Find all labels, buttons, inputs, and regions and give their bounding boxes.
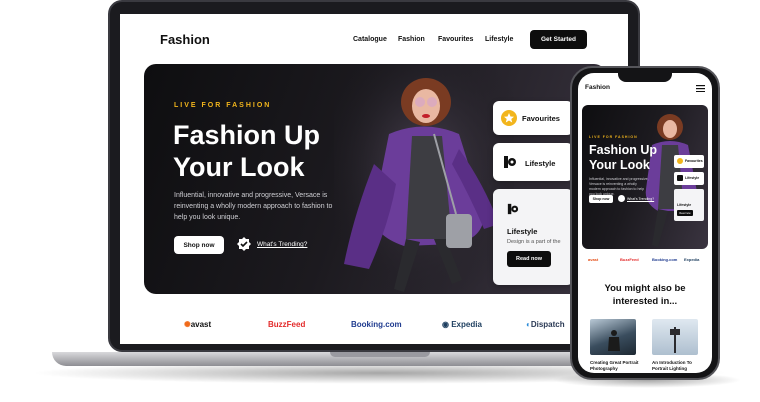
- nav-link-catalogue[interactable]: Catalogue: [353, 36, 387, 43]
- whats-trending-link[interactable]: What's Trending?: [257, 241, 307, 248]
- partner-logo-buzzfeed: BuzzFeed: [268, 320, 306, 329]
- favourites-card[interactable]: Favourites: [493, 101, 573, 135]
- mobile-partner-avast: avast: [588, 257, 599, 262]
- mobile-hero-description: Influential, innovative and progressive,…: [589, 177, 649, 196]
- lifestyle-card[interactable]: Lifestyle: [493, 143, 573, 181]
- mobile-shop-now-button[interactable]: Shop now: [589, 195, 613, 203]
- mobile-partner-buzzfeed: BuzzFeed: [620, 257, 639, 262]
- mobile-section-title: You might also be interested in...: [604, 283, 686, 307]
- lifestyle-card-label: Lifestyle: [525, 159, 556, 168]
- partner-logo-dispatch: ◐Dispatch: [526, 320, 565, 329]
- mobile-star-icon: [677, 158, 683, 164]
- hero-title-line-2: Your Look: [173, 152, 305, 182]
- shop-now-button[interactable]: Shop now: [174, 236, 224, 254]
- partner-logos: ✺avast BuzzFeed Booking.com ◉ Expedia ◐D…: [120, 314, 628, 338]
- nav-link-favourites[interactable]: Favourites: [438, 36, 473, 43]
- lifestyle-feature-card[interactable]: Lifestyle Design is a part of the Read n…: [493, 189, 573, 285]
- lighting-stand-icon: [670, 327, 680, 353]
- nav-link-fashion[interactable]: Fashion: [398, 36, 425, 43]
- mobile-hero-eyebrow: LIVE FOR FASHION: [589, 135, 638, 139]
- phone-notch: [618, 73, 672, 82]
- mobile-lifestyle-logo-icon: [677, 175, 683, 181]
- mobile-read-now-button[interactable]: Read now: [677, 210, 693, 216]
- mobile-verified-badge-icon: [618, 195, 625, 202]
- partner-logo-avast: ✺avast: [184, 320, 212, 329]
- mobile-hero-banner: LIVE FOR FASHION Fashion Up Your Look In…: [582, 105, 708, 249]
- verified-badge-icon: [237, 237, 251, 251]
- lifestyle-feature-logo-icon: [507, 203, 519, 215]
- article-thumbnail-portrait-photography[interactable]: [590, 319, 636, 355]
- hero-title-line-1: Fashion Up: [173, 120, 320, 150]
- article-title-2[interactable]: An Introduction To Portrait Lighting: [652, 360, 702, 372]
- hero-eyebrow: LIVE FOR FASHION: [174, 102, 272, 109]
- star-icon: [501, 110, 517, 126]
- hero-model-image: [334, 64, 514, 294]
- laptop-hinge: [330, 352, 430, 357]
- laptop-screen: Fashion Catalogue Fashion Favourites Lif…: [120, 14, 628, 344]
- hamburger-menu-icon[interactable]: [696, 85, 705, 92]
- partner-logo-expedia: ◉ Expedia: [442, 320, 482, 329]
- mobile-brand-logo[interactable]: Fashion: [585, 84, 610, 91]
- mobile-hero-title-line-2: Your Look: [589, 158, 650, 172]
- mobile-hero-title-line-1: Fashion Up: [589, 143, 658, 157]
- top-nav: Fashion Catalogue Fashion Favourites Lif…: [120, 14, 628, 64]
- read-now-button[interactable]: Read now: [507, 251, 551, 267]
- mobile-partner-expedia: Expedia: [684, 257, 700, 262]
- get-started-button[interactable]: Get Started: [530, 30, 587, 49]
- hero-banner: LIVE FOR FASHION Fashion Up Your Look In…: [144, 64, 606, 294]
- mobile-lifestyle-label: Lifestyle: [685, 176, 700, 180]
- hero-title: Fashion Up Your Look: [173, 119, 353, 183]
- photographer-silhouette-icon: [608, 330, 620, 351]
- mobile-favourites-label: Favourites: [685, 159, 703, 163]
- mobile-feature-title: Lifestyle: [677, 203, 692, 207]
- mobile-feature-card[interactable]: Lifestyle Read now: [674, 189, 704, 221]
- feature-card-description: Design is a part of the: [507, 239, 561, 245]
- brand-logo[interactable]: Fashion: [160, 32, 210, 47]
- article-thumbnail-portrait-lighting[interactable]: [652, 319, 698, 355]
- hero-description: Influential, innovative and progressive,…: [174, 192, 333, 221]
- phone-screen: Fashion LIVE FOR FASHION Fashion Up Your…: [578, 73, 712, 373]
- article-title-1[interactable]: Creating Great Portrait Photography: [590, 360, 640, 372]
- partner-logo-booking: Booking.com: [351, 320, 402, 329]
- lifestyle-logo-icon: [504, 156, 516, 168]
- feature-card-title: Lifestyle: [507, 227, 538, 236]
- mobile-partner-booking: Booking.com: [652, 257, 678, 262]
- mobile-whats-trending-link[interactable]: What's Trending?: [627, 197, 654, 201]
- mobile-favourites-card[interactable]: Favourites: [674, 155, 704, 168]
- favourites-card-label: Favourites: [522, 114, 560, 123]
- mobile-lifestyle-card[interactable]: Lifestyle: [674, 172, 704, 185]
- mobile-hero-title: Fashion Up Your Look: [589, 143, 657, 173]
- nav-link-lifestyle[interactable]: Lifestyle: [485, 36, 513, 43]
